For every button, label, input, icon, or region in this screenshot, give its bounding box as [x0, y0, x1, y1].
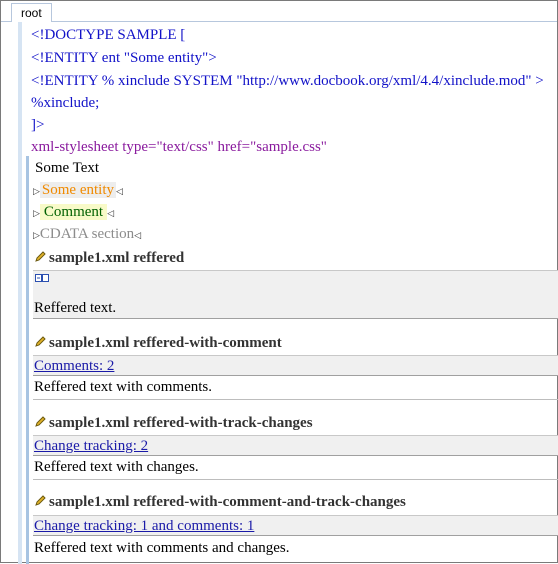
reference-text[interactable]: Reffered text. — [34, 298, 116, 318]
pencil-icon — [35, 416, 46, 427]
left-gutter-lower — [18, 156, 22, 564]
pencil-icon — [35, 336, 46, 347]
doctype-line[interactable]: <!DOCTYPE SAMPLE [ — [31, 25, 185, 45]
divider — [33, 399, 558, 400]
divider — [33, 479, 558, 480]
reference-header[interactable]: sample1.xml reffered-with-track-changes — [34, 413, 313, 433]
comment-node[interactable]: ▷ Comment ◁ — [33, 202, 114, 223]
reference-text[interactable]: Reffered text with comments. — [34, 377, 212, 397]
reference-title: sample1.xml reffered-with-track-changes — [49, 415, 313, 431]
cdata-node[interactable]: ▷CDATA section◁ — [33, 224, 141, 245]
reference-header[interactable]: sample1.xml reffered — [34, 248, 184, 268]
reference-header[interactable]: sample1.xml reffered-with-comment-and-tr… — [34, 492, 406, 512]
tag-end-icon: ◁ — [116, 185, 123, 196]
reference-text[interactable]: Reffered text with changes. — [34, 457, 199, 477]
editor-frame: root <!DOCTYPE SAMPLE [ <!ENTITY ent "So… — [0, 0, 558, 564]
some-text[interactable]: Some Text — [35, 158, 99, 178]
pencil-icon — [35, 251, 46, 262]
entity-label: Some entity — [39, 182, 116, 198]
reference-title: sample1.xml reffered-with-comment-and-tr… — [49, 494, 406, 510]
reference-title: sample1.xml reffered — [49, 250, 185, 266]
doctype-line[interactable]: <!ENTITY % xinclude SYSTEM "http://www.d… — [31, 71, 544, 91]
expand-fold-icon[interactable] — [35, 273, 49, 284]
track-changes-link[interactable]: Change tracking: 2 — [34, 436, 148, 456]
entity-node[interactable]: ▷ Some entity ◁ — [33, 180, 123, 201]
reference-title: sample1.xml reffered-with-comment — [49, 335, 282, 351]
tag-start-icon: ▷ — [33, 207, 40, 218]
comments-bar[interactable]: Comments: 2 — [33, 355, 558, 376]
track-changes-comments-link[interactable]: Change tracking: 1 and comments: 1 — [34, 516, 254, 536]
doctype-line[interactable]: <!ENTITY ent "Some entity"> — [31, 48, 217, 68]
reference-header[interactable]: sample1.xml reffered-with-comment — [34, 333, 282, 353]
processing-instruction[interactable]: xml-stylesheet type="text/css" href="sam… — [31, 137, 327, 157]
left-gutter — [18, 22, 22, 156]
comment-label: Comment — [39, 204, 108, 220]
tag-start-icon: ▷ — [33, 229, 40, 240]
breadcrumb-bar: root — [1, 1, 557, 22]
cdata-label: CDATA section — [39, 226, 135, 242]
reference-block[interactable]: Reffered text. — [33, 270, 558, 319]
pencil-icon — [35, 495, 46, 506]
doctype-line[interactable]: ]> — [31, 115, 44, 135]
track-changes-bar[interactable]: Change tracking: 2 — [33, 435, 558, 456]
breadcrumb-root[interactable]: root — [11, 3, 52, 22]
doctype-line[interactable]: %xinclude; — [31, 93, 99, 113]
comments-link[interactable]: Comments: 2 — [34, 356, 114, 376]
tag-end-icon: ◁ — [134, 229, 142, 240]
tag-start-icon: ▷ — [33, 185, 40, 196]
reference-text[interactable]: Reffered text with comments and changes. — [34, 538, 289, 558]
tag-end-icon: ◁ — [107, 207, 115, 218]
root-element-bar[interactable] — [26, 156, 29, 564]
track-changes-comments-bar[interactable]: Change tracking: 1 and comments: 1 — [33, 515, 558, 536]
